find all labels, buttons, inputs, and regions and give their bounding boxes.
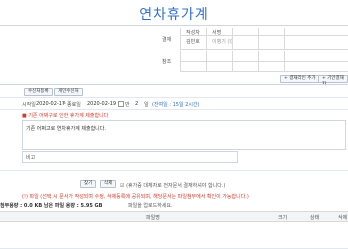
memo-label: 비고 (26, 155, 36, 161)
reference-col-sep2 (232, 51, 233, 71)
reference-col-sep (206, 51, 207, 71)
end-date-field[interactable]: 2020-02-19 (87, 101, 116, 107)
memo-field[interactable]: 비고 (22, 151, 238, 163)
file-col-status: 상태 (310, 215, 320, 221)
file-col-name: 파일명 (146, 215, 160, 221)
approval-label: 결재 (162, 37, 172, 43)
start-date-field[interactable]: 2020-02-17 (36, 101, 65, 107)
days-field[interactable]: 2 (135, 101, 138, 107)
page-title: 연차휴가계 (139, 7, 209, 23)
approval-col-sep3 (258, 28, 259, 49)
start-label: 시작일 (22, 102, 36, 108)
reference-col-sep4 (284, 51, 285, 71)
content-textarea[interactable]: 기존 어쩌고로 연차휴가계 제출합니다. (22, 120, 346, 150)
approval-col2-header: 서명 (212, 30, 222, 36)
divider-2 (0, 97, 348, 98)
file-drop-area[interactable] (0, 221, 348, 249)
section-divider (0, 84, 348, 85)
reference-col-sep3 (258, 51, 259, 71)
content-text: 기존 어쩌고로 연차휴가계 제출합니다. (26, 126, 106, 132)
file-col-size: 크기 (278, 215, 288, 221)
file-delete-button[interactable]: 삭제 (100, 180, 117, 188)
drop-hint: 파일을 업로드하세요. (128, 203, 173, 209)
divider-4 (0, 170, 348, 171)
personal-receiver-button[interactable]: 개인수신처 (54, 88, 83, 96)
add-approver-button[interactable]: + 결재라인 추가 (280, 75, 320, 83)
period-row: 시작일 2020-02-17 ~ 종료일 2020-02-19 반 2 일 (잔… (22, 100, 348, 108)
approval-bottom-line (180, 49, 348, 50)
capacity-text: 첨부용량 : 0.0 KB 남은 파일 용량 : 5.95 GB (0, 203, 103, 209)
half-day-checkbox[interactable] (118, 101, 124, 107)
half-day-label: 반 (125, 102, 130, 108)
reference-label: 참조 (162, 59, 172, 65)
divider-3 (0, 109, 348, 110)
approval-col-sep (206, 28, 207, 49)
approval-col1-header: 작성자 (186, 30, 200, 36)
attach-warning: (!) 파일 (선택 시 문서가 작성되며 수정, 삭제등록에 공유되며, 해당… (22, 194, 249, 200)
file-find-button[interactable]: 찾기 (80, 180, 97, 188)
approval-divider (180, 28, 181, 49)
remaining-days: (잔여일 : 15일 2시간) (152, 102, 200, 108)
reference-section: 참조 (146, 51, 348, 72)
end-label: 종료일 (67, 102, 81, 108)
approval-col-sep4 (284, 28, 285, 49)
add-reference-button[interactable]: + 기안결재자 (318, 75, 348, 87)
tilde-separator: ~ (62, 101, 67, 107)
file-col-delete: 삭제 (338, 215, 348, 221)
attach-hint: ☑ (휴가증 대체자로 전자문서 결재하셔야 합니다.) (120, 183, 226, 189)
approval-col-sep2 (232, 28, 233, 49)
approval-col2-value: 이병기 (I) (212, 39, 233, 45)
select-receiver-button[interactable]: 수신처등록 (24, 88, 53, 96)
reference-bottom-line (180, 71, 348, 72)
days-unit: 일 (144, 102, 149, 108)
approval-col1-value: 김민호 (186, 39, 200, 45)
notice-line: ■ 기존 어쩌구로 인한 휴가계 제출합니다 (22, 113, 109, 119)
title-divider (0, 25, 348, 26)
